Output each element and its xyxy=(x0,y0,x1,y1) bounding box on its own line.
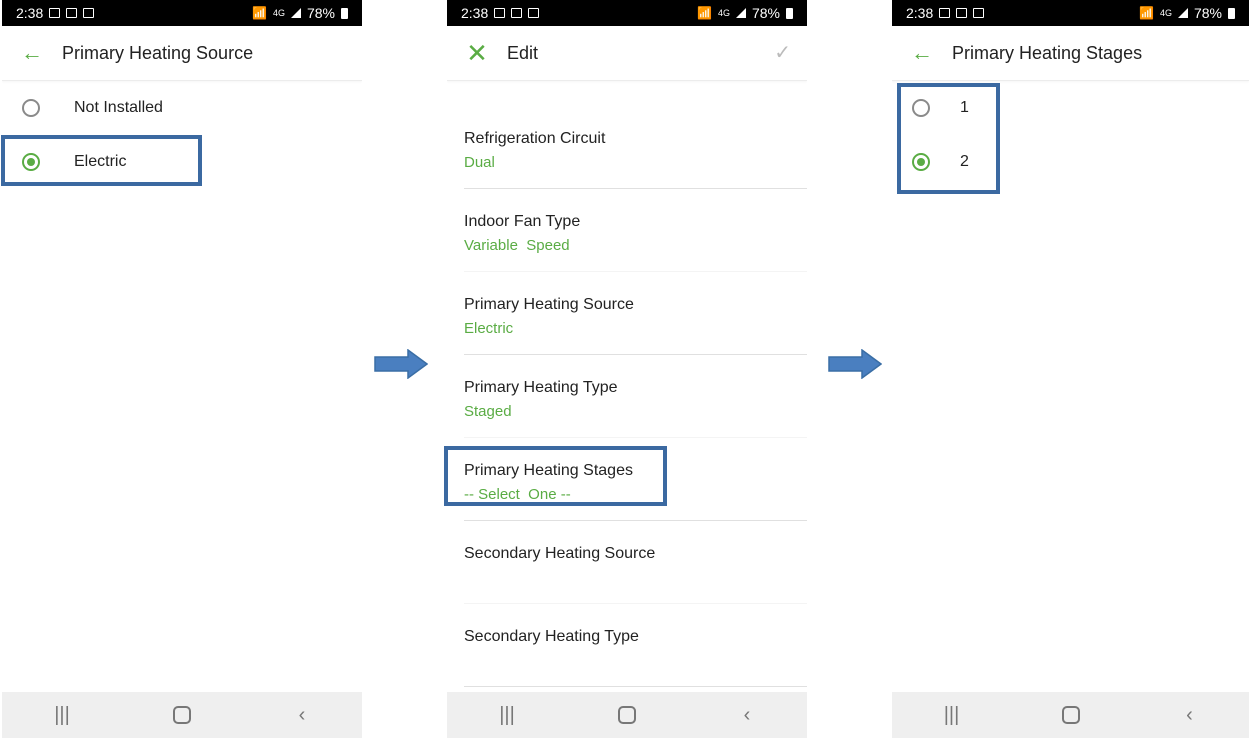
item-name: Primary Heating Type xyxy=(464,379,618,396)
phone-screen-primary-heating-stages: 2:38 📶 4G 78% ← Primary Heating Stages 1… xyxy=(892,0,1249,738)
gallery-icon xyxy=(83,8,95,18)
home-button[interactable] xyxy=(1051,700,1091,730)
notification-icon xyxy=(66,8,78,18)
home-icon xyxy=(618,706,636,724)
back-button[interactable]: ‹ xyxy=(1170,700,1210,730)
radio-button-selected[interactable] xyxy=(22,153,40,171)
battery-percent: 78% xyxy=(751,5,780,21)
list-item-secondary-heating-source[interactable]: Secondary Heating Source xyxy=(447,521,807,604)
item-name: Indoor Fan Type xyxy=(464,213,581,230)
network-type: 4G xyxy=(1159,8,1172,18)
radio-button-selected[interactable] xyxy=(912,153,930,171)
status-time: 2:38 xyxy=(461,5,489,21)
list-item-refrigeration-circuit[interactable]: Refrigeration Circuit Dual xyxy=(447,106,807,189)
radio-button[interactable] xyxy=(22,99,40,117)
radio-label: 2 xyxy=(960,153,969,170)
notification-icon xyxy=(956,8,968,18)
list-item-primary-heating-stages[interactable]: Primary Heating Stages -- Select One -- xyxy=(447,438,807,521)
battery-percent: 78% xyxy=(306,5,335,21)
page-title: Primary Heating Source xyxy=(62,42,254,63)
system-nav-bar: ||| ‹ xyxy=(892,692,1249,738)
item-name: Refrigeration Circuit xyxy=(464,130,606,147)
item-value: Variable Speed xyxy=(464,237,570,254)
back-arrow-icon[interactable]: ← xyxy=(2,40,62,66)
signal-icon xyxy=(735,8,746,18)
system-nav-bar: ||| ‹ xyxy=(447,692,807,738)
radio-label: Not Installed xyxy=(74,99,163,116)
wifi-icon: 📶 xyxy=(252,6,267,20)
battery-percent: 78% xyxy=(1193,5,1222,21)
item-value: -- Select One -- xyxy=(464,486,571,503)
signal-icon xyxy=(290,8,301,18)
flow-arrow-icon xyxy=(828,349,882,379)
item-name: Secondary Heating Type xyxy=(464,628,639,645)
recent-apps-icon[interactable]: ||| xyxy=(487,700,527,730)
notification-icon xyxy=(939,8,951,18)
phone-screen-edit: 2:38 📶 4G 78% ✕ Edit ✓ Refrigeration Cir… xyxy=(447,0,807,738)
wifi-icon: 📶 xyxy=(697,6,712,20)
radio-label: Electric xyxy=(74,153,127,170)
page-title: Edit xyxy=(507,42,539,63)
home-button[interactable] xyxy=(607,700,647,730)
app-bar: ← Primary Heating Source xyxy=(2,26,362,81)
home-icon xyxy=(1061,706,1080,724)
status-time: 2:38 xyxy=(16,5,44,21)
app-bar: ← Primary Heating Stages xyxy=(892,26,1249,81)
radio-label: 1 xyxy=(960,99,969,116)
chevron-left-icon: ‹ xyxy=(743,703,751,726)
radio-button[interactable] xyxy=(912,99,930,117)
item-value: Electric xyxy=(464,320,514,337)
settings-list: Refrigeration Circuit Dual Indoor Fan Ty… xyxy=(447,106,807,687)
item-value: Staged xyxy=(464,403,512,420)
check-icon[interactable]: ✓ xyxy=(774,40,791,65)
app-bar: ✕ Edit ✓ xyxy=(447,26,807,81)
list-item-primary-heating-source[interactable]: Primary Heating Source Electric xyxy=(447,272,807,355)
divider xyxy=(464,686,807,687)
status-bar: 2:38 📶 4G 78% xyxy=(447,0,807,26)
status-time: 2:38 xyxy=(906,5,934,21)
list-item-primary-heating-type[interactable]: Primary Heating Type Staged xyxy=(447,355,807,438)
recent-apps-icon[interactable]: ||| xyxy=(932,700,972,730)
battery-icon xyxy=(1228,7,1235,19)
notification-icon xyxy=(49,8,61,18)
home-button[interactable] xyxy=(162,700,202,730)
signal-icon xyxy=(1177,8,1188,18)
radio-option-1[interactable]: 1 xyxy=(892,81,1249,135)
radio-option-not-installed[interactable]: Not Installed xyxy=(2,81,362,135)
gallery-icon xyxy=(528,8,540,18)
wifi-icon: 📶 xyxy=(1139,6,1154,20)
item-name: Secondary Heating Source xyxy=(464,545,656,562)
status-bar: 2:38 📶 4G 78% xyxy=(2,0,362,26)
status-bar: 2:38 📶 4G 78% xyxy=(892,0,1249,26)
battery-icon xyxy=(341,7,348,19)
back-button[interactable]: ‹ xyxy=(282,700,322,730)
notification-icon xyxy=(494,8,506,18)
battery-icon xyxy=(786,7,793,19)
notification-icon xyxy=(511,8,523,18)
back-button[interactable]: ‹ xyxy=(727,700,767,730)
flow-arrow-icon xyxy=(374,349,428,379)
back-arrow-icon[interactable]: ← xyxy=(892,40,952,66)
network-type: 4G xyxy=(272,8,285,18)
item-name: Primary Heating Stages xyxy=(464,462,633,479)
chevron-left-icon: ‹ xyxy=(298,703,306,726)
network-type: 4G xyxy=(717,8,730,18)
chevron-left-icon: ‹ xyxy=(1186,703,1193,726)
close-icon[interactable]: ✕ xyxy=(447,38,507,69)
recent-apps-icon[interactable]: ||| xyxy=(42,700,82,730)
list-item-secondary-heating-type[interactable]: Secondary Heating Type xyxy=(447,604,807,687)
system-nav-bar: ||| ‹ xyxy=(2,692,362,738)
item-name: Primary Heating Source xyxy=(464,296,634,313)
item-value: Dual xyxy=(464,154,495,171)
radio-option-2[interactable]: 2 xyxy=(892,135,1249,189)
radio-option-electric[interactable]: Electric xyxy=(2,135,362,189)
phone-screen-primary-heating-source: 2:38 📶 4G 78% ← Primary Heating Source N… xyxy=(2,0,362,738)
home-icon xyxy=(173,706,191,724)
gallery-icon xyxy=(973,8,985,18)
list-item-indoor-fan-type[interactable]: Indoor Fan Type Variable Speed xyxy=(447,189,807,272)
page-title: Primary Heating Stages xyxy=(952,42,1143,63)
